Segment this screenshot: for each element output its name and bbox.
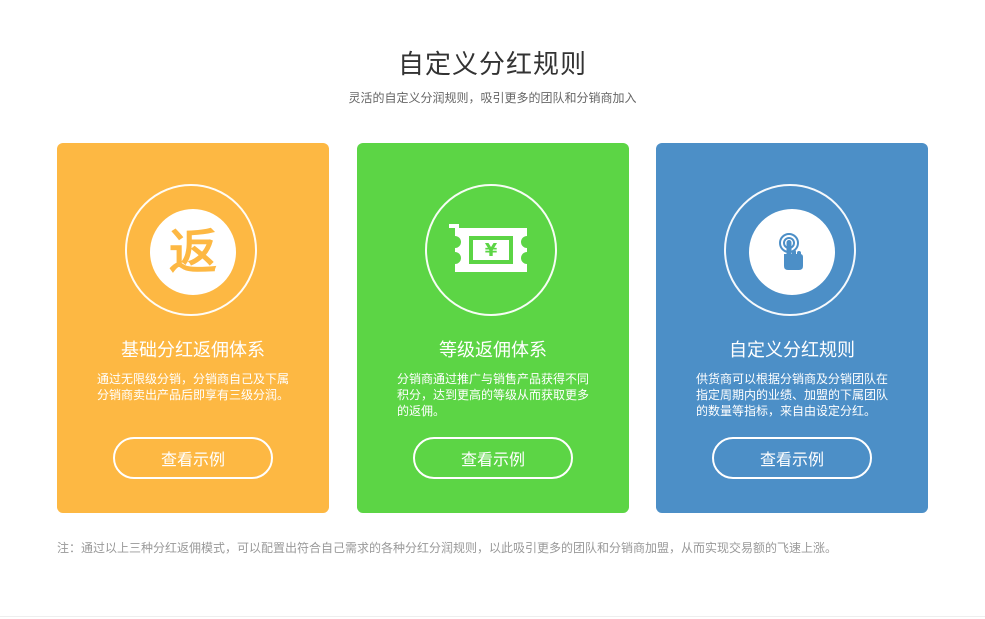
card-custom-dividend: 自定义分红规则 供货商可以根据分销商及分销团队在指定周期内的业绩、加盟的下属团队… <box>656 143 928 513</box>
page-subtitle: 灵活的自定义分润规则，吸引更多的团队和分销商加入 <box>348 91 637 105</box>
card-description: 供货商可以根据分销商及分销团队在指定周期内的业绩、加盟的下属团队的数量等指标，来… <box>696 372 889 418</box>
card-title: 基础分红返佣体系 <box>121 340 265 361</box>
ticket-yen-icon: ¥ <box>425 184 557 316</box>
card-title: 等级返佣体系 <box>439 340 547 361</box>
card-basic-rebate: 返 基础分红返佣体系 通过无限级分销，分销商自己及下属分销商卖出产品后即享有三级… <box>57 143 329 513</box>
page-title: 自定义分红规则 <box>397 50 587 80</box>
fan-rebate-icon: 返 <box>150 209 236 295</box>
footnote: 注：通过以上三种分红返佣模式，可以配置出符合自己需求的各种分红分润规则，以此吸引… <box>57 541 838 555</box>
svg-text:¥: ¥ <box>485 240 498 261</box>
view-example-button[interactable]: 查看示例 <box>413 437 573 479</box>
card-level-rebate: ¥ 等级返佣体系 分销商通过推广与销售产品获得不同积分，达到更高的等级从而获取更… <box>357 143 629 513</box>
card-description: 分销商通过推广与销售产品获得不同积分，达到更高的等级从而获取更多的返佣。 <box>397 372 590 418</box>
card-title: 自定义分红规则 <box>729 340 855 361</box>
divider <box>0 616 985 617</box>
view-example-button[interactable]: 查看示例 <box>712 437 872 479</box>
card-description: 通过无限级分销，分销商自己及下属分销商卖出产品后即享有三级分润。 <box>97 372 290 402</box>
view-example-button[interactable]: 查看示例 <box>113 437 273 479</box>
touch-hand-icon <box>749 209 835 295</box>
